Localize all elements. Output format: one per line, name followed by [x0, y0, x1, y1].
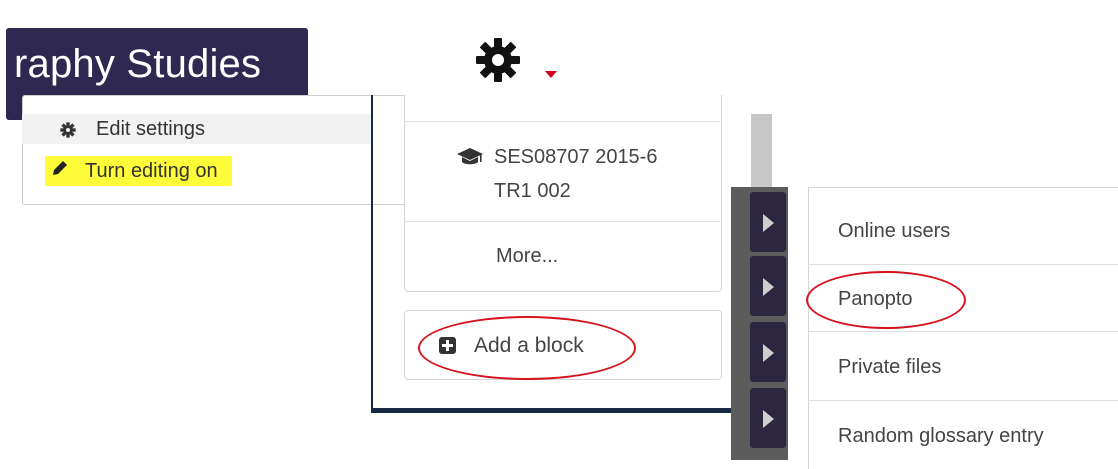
pencil-icon [51, 159, 69, 183]
gear-icon [60, 121, 76, 144]
divider [404, 221, 720, 222]
expand-arrow-button[interactable] [750, 388, 786, 448]
chevron-down-icon[interactable] [545, 71, 557, 78]
block-option-random-glossary-entry[interactable]: Random glossary entry [838, 425, 1044, 448]
scrollbar[interactable] [751, 114, 772, 190]
course-link-continued[interactable]: TR1 002 [494, 180, 571, 203]
block-region-border-bottom [371, 408, 736, 413]
annotation-ellipse [806, 271, 966, 329]
divider [808, 400, 1118, 401]
menu-item-edit-settings[interactable]: Edit settings [22, 114, 372, 144]
expand-arrow-button[interactable] [750, 322, 786, 382]
more-link[interactable]: More... [496, 245, 558, 268]
expand-arrow-button[interactable] [750, 192, 786, 252]
annotation-ellipse [418, 316, 636, 380]
course-title: raphy Studies [14, 42, 262, 86]
divider [404, 121, 720, 122]
block-region-border [371, 95, 373, 413]
menu-item-label: Turn editing on [85, 159, 218, 182]
expand-arrow-button[interactable] [750, 256, 786, 316]
menu-item-label: Edit settings [96, 117, 205, 140]
menu-item-turn-editing-on[interactable]: Turn editing on [45, 156, 232, 186]
graduation-cap-icon [457, 148, 483, 165]
gear-icon[interactable] [474, 36, 522, 84]
block-option-online-users[interactable]: Online users [838, 220, 950, 243]
block-option-private-files[interactable]: Private files [838, 356, 941, 379]
divider [808, 264, 1118, 265]
divider [808, 331, 1118, 332]
course-link[interactable]: SES08707 2015-6 [494, 146, 657, 169]
